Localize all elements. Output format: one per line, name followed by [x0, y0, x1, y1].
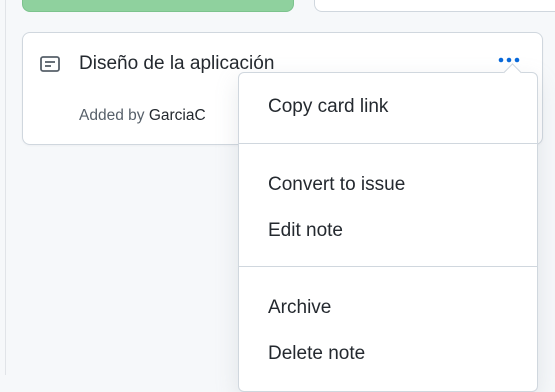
card-context-menu: Copy card link Convert to issue Edit not… — [238, 63, 538, 392]
menu-item-delete-note[interactable]: Delete note — [239, 335, 537, 373]
menu-item-edit-note[interactable]: Edit note — [239, 212, 537, 250]
menu-item-archive[interactable]: Archive — [239, 289, 537, 327]
menu-divider — [239, 143, 537, 144]
column-left-border — [5, 0, 6, 375]
card-above-green[interactable] — [22, 0, 294, 12]
menu-divider — [239, 266, 537, 267]
added-by-user-link[interactable]: GarciaC — [149, 107, 206, 124]
menu-item-convert-to-issue[interactable]: Convert to issue — [239, 166, 537, 204]
menu-item-copy-card-link[interactable]: Copy card link — [239, 88, 537, 126]
added-by-label: Added by — [79, 107, 145, 124]
note-icon — [40, 56, 60, 72]
adjacent-column-edge — [314, 0, 555, 12]
kebab-horizontal-icon — [498, 57, 520, 63]
card-added-by: Added by GarciaC — [79, 106, 206, 126]
